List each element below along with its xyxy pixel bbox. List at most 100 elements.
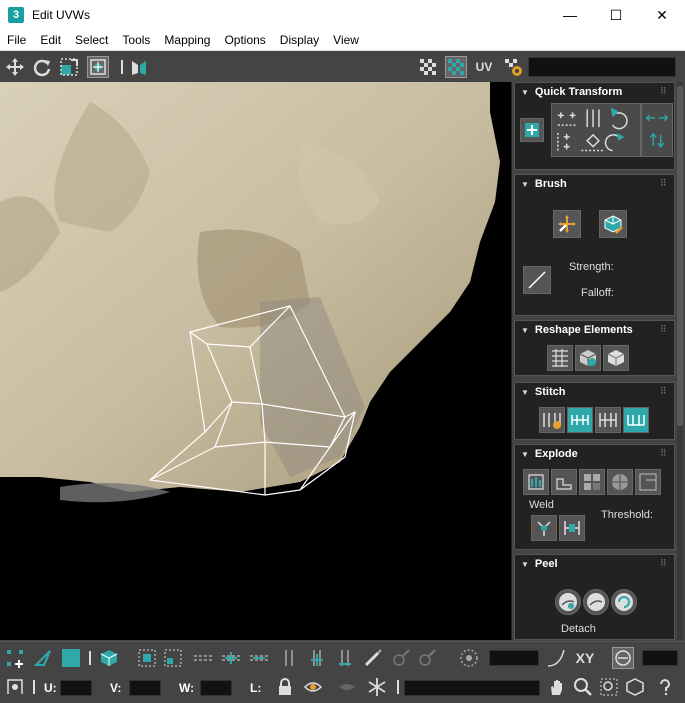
- visibility-icon[interactable]: [302, 676, 324, 698]
- zoom-extents-icon[interactable]: [624, 676, 646, 698]
- select-edge-icon[interactable]: [32, 647, 54, 669]
- flatten-by-material-button[interactable]: [579, 469, 605, 495]
- uv-viewport[interactable]: [0, 82, 512, 640]
- rollout-header[interactable]: ▼ Explode: [515, 445, 578, 463]
- zoom-region-icon[interactable]: [598, 676, 620, 698]
- xy-space-button[interactable]: XY: [574, 647, 596, 669]
- quick-peel-button[interactable]: [555, 589, 581, 615]
- checker-icon[interactable]: [417, 56, 439, 78]
- separator-icon: [117, 56, 127, 78]
- limit-selection-icon[interactable]: [612, 647, 634, 669]
- object-name-field[interactable]: [404, 680, 540, 696]
- menu-view[interactable]: View: [326, 30, 366, 51]
- menu-edit[interactable]: Edit: [33, 30, 68, 51]
- menu-select[interactable]: Select: [68, 30, 115, 51]
- bottom-toolbar: XY: [0, 641, 685, 673]
- uv-canvas[interactable]: [0, 82, 512, 640]
- hide-icon[interactable]: [336, 676, 358, 698]
- strength-label: Strength:: [569, 261, 614, 273]
- w-field[interactable]: [200, 680, 232, 696]
- freeze-icon[interactable]: [366, 676, 388, 698]
- texture-icon[interactable]: [445, 56, 467, 78]
- paint-move-brush-button[interactable]: [553, 210, 581, 238]
- rollout-header[interactable]: ▼ Reshape Elements: [515, 321, 633, 339]
- straighten-button[interactable]: [547, 345, 573, 371]
- zoom-icon[interactable]: [572, 676, 594, 698]
- menu-display[interactable]: Display: [273, 30, 326, 51]
- ring-grow-icon[interactable]: [306, 647, 328, 669]
- weld-target-button[interactable]: [559, 515, 585, 541]
- window-title: Edit UVWs: [32, 8, 91, 22]
- u-label: U:: [44, 681, 57, 695]
- relax-button[interactable]: [575, 345, 601, 371]
- weld-selected-button[interactable]: [531, 515, 557, 541]
- scale-icon[interactable]: [58, 56, 80, 78]
- rollout-header[interactable]: ▼ Brush: [515, 175, 567, 193]
- paint-shrink-icon[interactable]: [416, 647, 438, 669]
- select-face-icon[interactable]: [60, 647, 82, 669]
- paint-select-icon[interactable]: [362, 647, 384, 669]
- rollout-header[interactable]: ▼ Quick Transform: [515, 83, 622, 101]
- shrink-selection-icon[interactable]: [162, 647, 184, 669]
- paint-grow-icon[interactable]: [390, 647, 412, 669]
- soft-selection-value-field[interactable]: [642, 650, 678, 666]
- stitch-to-source-button[interactable]: [623, 407, 649, 433]
- grip-icon: ⠿: [660, 178, 667, 188]
- relax-brush-button[interactable]: [599, 210, 627, 238]
- menu-mapping[interactable]: Mapping: [157, 30, 217, 51]
- menu-tools[interactable]: Tools: [115, 30, 157, 51]
- stitch-custom-button[interactable]: [539, 407, 565, 433]
- transform-mode-icon[interactable]: [4, 676, 26, 698]
- minimize-button[interactable]: —: [547, 0, 593, 30]
- flatten-by-polygon-angle-button[interactable]: [607, 469, 633, 495]
- u-field[interactable]: [60, 680, 92, 696]
- relax-settings-button[interactable]: [603, 345, 629, 371]
- select-vertex-icon[interactable]: [4, 647, 26, 669]
- top-toolbar: UV: [0, 52, 685, 82]
- falloff-curve-icon[interactable]: [545, 647, 567, 669]
- texture-dropdown[interactable]: [528, 57, 676, 77]
- rollout-title: Quick Transform: [534, 86, 623, 98]
- ring-shrink-icon[interactable]: [334, 647, 356, 669]
- freeform-icon[interactable]: [87, 56, 109, 78]
- soft-selection-icon[interactable]: [458, 647, 480, 669]
- stitch-average-button[interactable]: [595, 407, 621, 433]
- move-icon[interactable]: [4, 56, 26, 78]
- menu-options[interactable]: Options: [217, 30, 272, 51]
- reset-peel-button[interactable]: [611, 589, 637, 615]
- uv-toggle-button[interactable]: UV: [473, 56, 495, 78]
- falloff-field[interactable]: [489, 650, 539, 666]
- detach-label: Detach: [561, 623, 596, 635]
- break-button[interactable]: [635, 469, 661, 495]
- menu-file[interactable]: File: [0, 30, 33, 51]
- mirror-icon[interactable]: [128, 56, 150, 78]
- ring-select-icon[interactable]: [278, 647, 300, 669]
- stitch-to-target-button[interactable]: [567, 407, 593, 433]
- grow-selection-icon[interactable]: [136, 647, 158, 669]
- peel-mode-button[interactable]: [583, 589, 609, 615]
- loop-shrink-icon[interactable]: [248, 647, 270, 669]
- maximize-button[interactable]: ☐: [593, 0, 639, 30]
- loop-grow-icon[interactable]: [220, 647, 242, 669]
- separator-icon: [30, 676, 38, 698]
- loop-select-icon[interactable]: [192, 647, 214, 669]
- lock-icon[interactable]: [274, 676, 296, 698]
- align-center-button[interactable]: [520, 118, 544, 142]
- v-field[interactable]: [129, 680, 161, 696]
- falloff-curve-button[interactable]: [523, 266, 551, 294]
- select-element-icon[interactable]: [98, 647, 120, 669]
- panel-scrollbar-thumb[interactable]: [677, 86, 683, 426]
- settings-icon[interactable]: [502, 56, 524, 78]
- help-icon[interactable]: [654, 676, 676, 698]
- close-button[interactable]: ✕: [639, 0, 685, 30]
- rollout-quick-transform: ▼ Quick Transform ⠿: [514, 82, 675, 170]
- rollout-header[interactable]: ▼ Stitch: [515, 383, 565, 401]
- rotate-icon[interactable]: [31, 56, 53, 78]
- app-icon: 3: [8, 7, 24, 23]
- grip-icon: ⠿: [660, 558, 667, 568]
- flatten-by-smoothing-button[interactable]: [551, 469, 577, 495]
- break-by-polygroups-button[interactable]: [523, 469, 549, 495]
- rollout-header[interactable]: ▼ Peel: [515, 555, 558, 573]
- pan-hand-icon[interactable]: [546, 676, 568, 698]
- flip-button-group[interactable]: [641, 103, 673, 157]
